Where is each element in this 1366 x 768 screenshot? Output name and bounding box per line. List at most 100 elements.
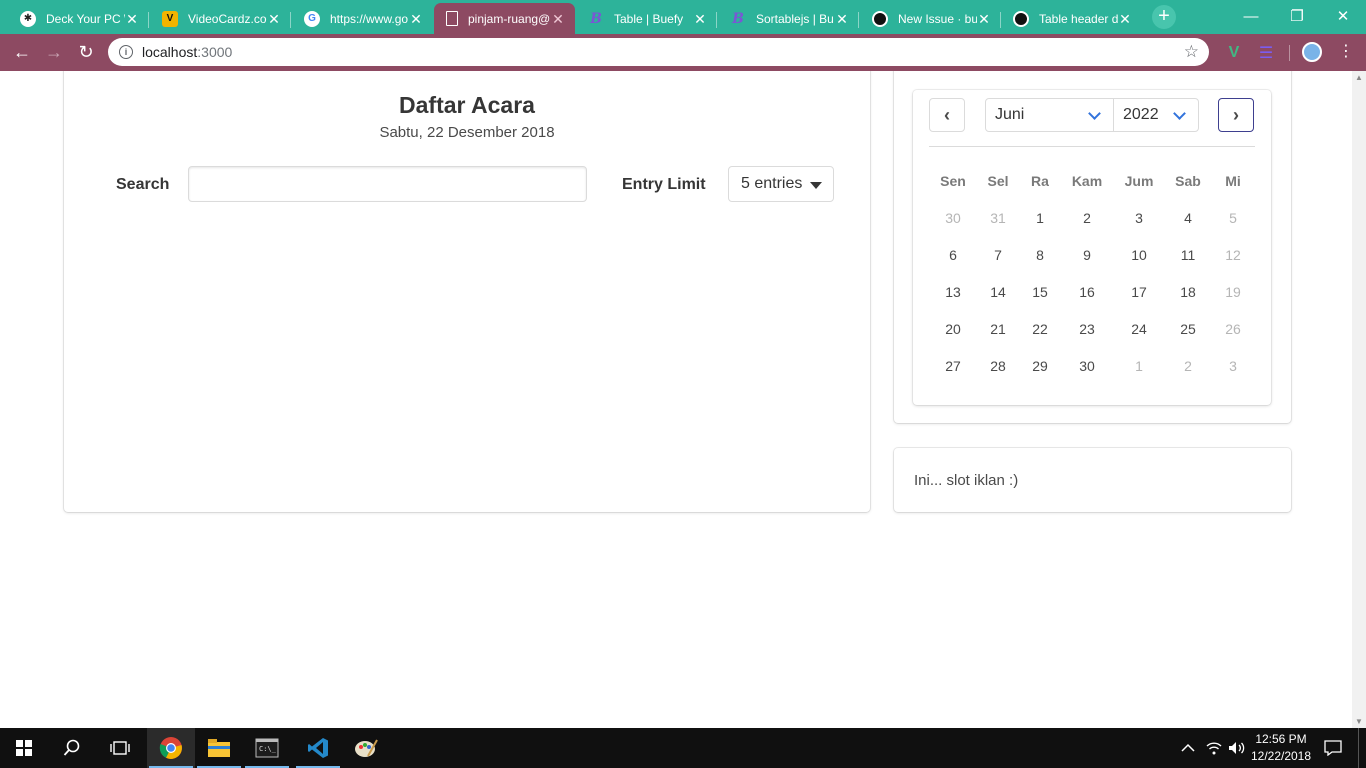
tab-pinjam-ruang[interactable]: pinjam-ruang@ ✕ — [434, 3, 575, 34]
forward-arrow-icon[interactable]: → — [42, 40, 66, 64]
calendar-day[interactable]: 14 — [990, 284, 1006, 300]
calendar-day[interactable]: 3 — [1135, 210, 1143, 226]
minimize-button[interactable]: — — [1228, 0, 1274, 32]
show-desktop-button[interactable] — [1358, 728, 1359, 768]
calendar-day[interactable]: 10 — [1131, 247, 1147, 263]
menu-kebab-icon[interactable]: ⋮ — [1336, 42, 1356, 62]
calendar-day[interactable]: 4 — [1184, 210, 1192, 226]
calendar-day[interactable]: 18 — [1180, 284, 1196, 300]
tab-deck-your-pc[interactable]: ✱ Deck Your PC \ ✕ — [8, 3, 149, 34]
calendar-day[interactable]: 21 — [990, 321, 1006, 337]
calendar-day[interactable]: 15 — [1032, 284, 1048, 300]
clock-date: 12/22/2018 — [1250, 749, 1312, 763]
calendar-day[interactable]: 16 — [1079, 284, 1095, 300]
calendar-day[interactable]: 1 — [1135, 358, 1143, 374]
close-icon[interactable]: ✕ — [125, 12, 139, 26]
calendar-day[interactable]: 13 — [945, 284, 961, 300]
calendar-day[interactable]: 3 — [1229, 358, 1237, 374]
terminal-icon[interactable]: C:\_ — [243, 728, 291, 768]
entry-limit-select[interactable]: 5 entries — [728, 166, 834, 202]
paint-icon[interactable] — [342, 728, 390, 768]
reload-icon[interactable]: ↻ — [74, 40, 98, 64]
calendar-day[interactable]: 24 — [1131, 321, 1147, 337]
calendar-day[interactable]: 6 — [949, 247, 957, 263]
calendar-day[interactable]: 7 — [994, 247, 1002, 263]
calendar-day[interactable]: 12 — [1225, 247, 1241, 263]
datepicker: ‹ Juni 2022 › Sen Sel Ra Kam Jum Sab Mi 30 31 1 2 3… — [913, 90, 1271, 405]
calendar-day[interactable]: 17 — [1131, 284, 1147, 300]
calendar-day[interactable]: 11 — [1181, 247, 1196, 263]
page-viewport: Daftar Acara Sabtu, 22 Desember 2018 Sea… — [0, 71, 1366, 728]
search-icon[interactable] — [48, 728, 96, 768]
close-icon[interactable]: ✕ — [1118, 12, 1132, 26]
videocardz-icon: V — [162, 10, 178, 27]
calendar-day[interactable]: 2 — [1184, 358, 1192, 374]
volume-icon[interactable] — [1228, 728, 1246, 768]
deck-icon: ✱ — [20, 10, 36, 27]
bookmark-star-icon[interactable]: ☆ — [1184, 42, 1199, 62]
new-tab-button[interactable]: + — [1152, 5, 1176, 29]
notification-center-icon[interactable] — [1324, 728, 1342, 768]
close-icon[interactable]: ✕ — [835, 12, 849, 26]
vscode-icon[interactable] — [294, 728, 342, 768]
calendar-day[interactable]: 30 — [945, 210, 961, 226]
scroll-down-icon[interactable]: ▼ — [1355, 717, 1363, 726]
close-icon[interactable]: ✕ — [977, 12, 991, 26]
wifi-icon[interactable] — [1206, 728, 1222, 768]
tab-table-buefy[interactable]: B Table | Buefy ✕ — [576, 3, 717, 34]
weekday-header: Jum — [1124, 173, 1154, 189]
tab-title: https://www.go — [330, 11, 409, 26]
page-scrollbar[interactable]: ▲ ▼ — [1352, 71, 1366, 728]
calendar-day[interactable]: 22 — [1032, 321, 1048, 337]
tab-new-issue[interactable]: New Issue · bu ✕ — [860, 3, 1001, 34]
calendar-day[interactable]: 31 — [990, 210, 1006, 226]
back-arrow-icon[interactable]: ← — [10, 40, 34, 64]
close-icon[interactable]: ✕ — [267, 12, 281, 26]
tab-google[interactable]: G https://www.go ✕ — [292, 3, 433, 34]
year-select[interactable]: 2022 — [1113, 98, 1199, 132]
address-bar[interactable]: i localhost:3000 ☆ — [108, 38, 1209, 66]
calendar-day[interactable]: 28 — [990, 358, 1006, 374]
prev-month-button[interactable]: ‹ — [929, 98, 965, 132]
calendar-day[interactable]: 19 — [1225, 284, 1241, 300]
calendar-day[interactable]: 9 — [1083, 247, 1091, 263]
task-view-icon[interactable] — [96, 728, 144, 768]
close-icon[interactable]: ✕ — [409, 12, 423, 26]
tab-title: New Issue · bu — [898, 11, 977, 26]
month-select[interactable]: Juni — [985, 98, 1114, 132]
tab-sortablejs[interactable]: B Sortablejs | Bu ✕ — [718, 3, 859, 34]
show-hidden-icons-icon[interactable] — [1181, 728, 1195, 768]
github-icon — [1013, 10, 1029, 27]
calendar-day[interactable]: 26 — [1225, 321, 1241, 337]
calendar-day[interactable]: 30 — [1079, 358, 1095, 374]
info-icon[interactable]: i — [119, 45, 133, 59]
taskbar-clock[interactable]: 12:56 PM 12/22/2018 — [1248, 731, 1314, 765]
close-icon[interactable]: ✕ — [693, 12, 707, 26]
entry-limit-value: 5 entries — [741, 175, 803, 192]
calendar-day[interactable]: 29 — [1032, 358, 1048, 374]
search-input[interactable] — [188, 166, 587, 202]
extension-icon[interactable]: ☰ — [1256, 43, 1276, 63]
calendar-day[interactable]: 23 — [1079, 321, 1095, 337]
vue-devtools-icon[interactable]: V — [1224, 43, 1244, 63]
calendar-day[interactable]: 25 — [1180, 321, 1196, 337]
chrome-taskbar-icon[interactable] — [147, 728, 195, 768]
calendar-day[interactable]: 2 — [1083, 210, 1091, 226]
scroll-up-icon[interactable]: ▲ — [1355, 73, 1363, 82]
tab-table-header[interactable]: Table header d ✕ — [1001, 3, 1142, 34]
calendar-day[interactable]: 1 — [1036, 210, 1044, 226]
close-icon[interactable]: ✕ — [551, 12, 565, 26]
profile-avatar[interactable] — [1302, 42, 1322, 62]
calendar-day[interactable]: 27 — [945, 358, 961, 374]
tab-title: VideoCardz.co — [188, 11, 267, 26]
tab-videocardz[interactable]: V VideoCardz.co ✕ — [150, 3, 291, 34]
calendar-day[interactable]: 5 — [1229, 210, 1237, 226]
calendar-day[interactable]: 20 — [945, 321, 961, 337]
restore-button[interactable]: ❐ — [1274, 0, 1320, 32]
next-month-button[interactable]: › — [1218, 98, 1254, 132]
calendar-day[interactable]: 8 — [1036, 247, 1044, 263]
close-window-button[interactable]: ✕ — [1320, 0, 1366, 32]
windows-start-icon[interactable] — [0, 728, 48, 768]
file-explorer-icon[interactable] — [195, 728, 243, 768]
month-value: Juni — [995, 106, 1025, 123]
